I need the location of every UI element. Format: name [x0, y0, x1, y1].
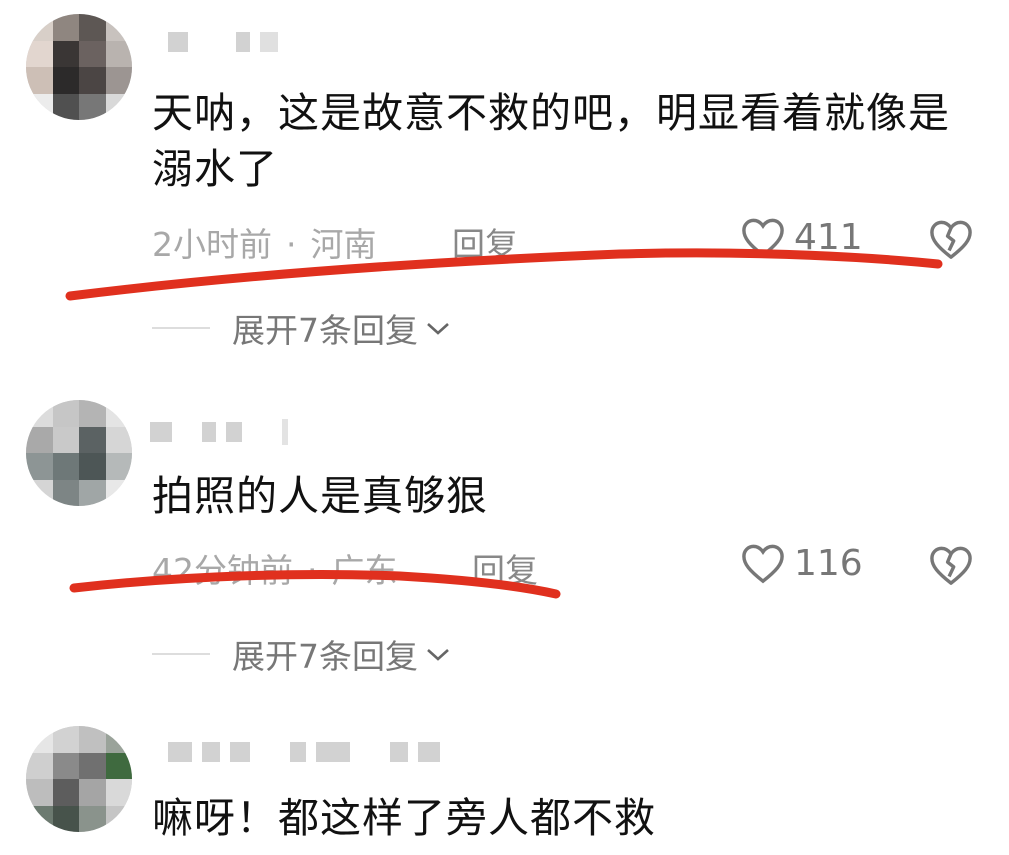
- broken-heart-icon[interactable]: [928, 544, 974, 586]
- comment-text: 天呐，这是故意不救的吧，明显看着就像是溺水了: [152, 89, 950, 193]
- comment-item: 天呐，这是故意不救的吧，明显看着就像是溺水了 2小时前 · 河南 回复 411 展开…: [0, 0, 1009, 380]
- comment-meta: 2小时前 · 河南: [152, 218, 377, 266]
- avatar[interactable]: [26, 400, 132, 506]
- like-count: 116: [794, 542, 863, 584]
- expand-replies-button[interactable]: 展开7条回复: [152, 630, 452, 678]
- avatar[interactable]: [26, 14, 132, 120]
- username-blurred[interactable]: [168, 30, 278, 54]
- meta-separator: ·: [307, 551, 318, 590]
- username-blurred[interactable]: [168, 740, 440, 764]
- reply-button[interactable]: 回复: [472, 544, 538, 592]
- comment-location: 河南: [310, 225, 377, 264]
- avatar[interactable]: [26, 726, 132, 832]
- username-blurred[interactable]: [150, 419, 288, 445]
- expand-replies-label: 展开7条回复: [232, 637, 418, 676]
- divider: [152, 653, 210, 655]
- comment-location: 广东: [331, 551, 398, 590]
- expand-replies-button[interactable]: 展开7条回复: [152, 304, 452, 352]
- meta-separator: ·: [286, 225, 297, 264]
- chevron-down-icon: [427, 323, 449, 335]
- comment-item: 嘛呀！都这样了旁人都不救: [0, 710, 1009, 855]
- broken-heart-icon[interactable]: [928, 218, 974, 260]
- comment-text: 拍照的人是真够狠: [152, 472, 488, 520]
- comment-meta: 42分钟前 · 广东: [152, 544, 398, 592]
- chevron-down-icon: [427, 649, 449, 661]
- like-count: 411: [794, 216, 863, 258]
- comment-time: 2小时前: [152, 225, 272, 264]
- like-button[interactable]: 116: [740, 542, 863, 584]
- heart-outline-icon: [742, 544, 784, 584]
- comment-text: 嘛呀！都这样了旁人都不救: [152, 794, 656, 842]
- reply-button[interactable]: 回复: [452, 218, 518, 266]
- comment-item: 拍照的人是真够狠 42分钟前 · 广东 回复 116 展开7条回复: [0, 380, 1009, 710]
- comment-time: 42分钟前: [152, 551, 293, 590]
- expand-replies-label: 展开7条回复: [232, 311, 418, 350]
- heart-outline-icon: [742, 218, 784, 258]
- divider: [152, 327, 210, 329]
- like-button[interactable]: 411: [740, 216, 863, 258]
